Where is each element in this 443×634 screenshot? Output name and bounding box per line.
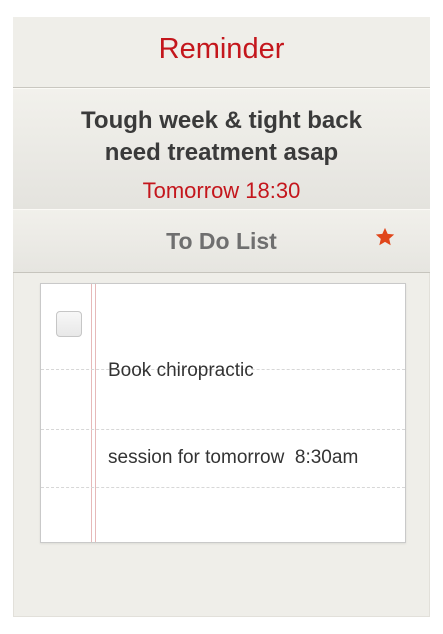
margin-line xyxy=(91,284,92,542)
todo-item-checkbox[interactable] xyxy=(56,311,82,337)
todo-item-line-2: session for tomorrow 8:30am xyxy=(108,447,359,468)
reminder-app: Reminder Tough week & tight back need tr… xyxy=(13,17,430,617)
star-icon[interactable] xyxy=(374,226,396,248)
reminder-text: Tough week & tight back need treatment a… xyxy=(13,105,430,169)
todo-list-paper: Book chiropractic session for tomorrow 8… xyxy=(40,283,406,543)
todo-item-line-1: Book chiropractic xyxy=(108,360,254,381)
todo-list-header: To Do List xyxy=(13,209,430,273)
todo-list-title: To Do List xyxy=(166,228,277,254)
reminder-panel[interactable]: Tough week & tight back need treatment a… xyxy=(13,88,430,210)
title-bar: Reminder xyxy=(13,17,430,88)
todo-item-text[interactable]: Book chiropractic session for tomorrow 8… xyxy=(108,298,398,530)
reminder-text-line-2: need treatment asap xyxy=(104,139,339,166)
page-title: Reminder xyxy=(158,33,285,65)
margin-line xyxy=(95,284,96,542)
reminder-time[interactable]: Tomorrow 18:30 xyxy=(13,178,430,204)
reminder-text-line-1: Tough week & tight back xyxy=(81,107,362,134)
